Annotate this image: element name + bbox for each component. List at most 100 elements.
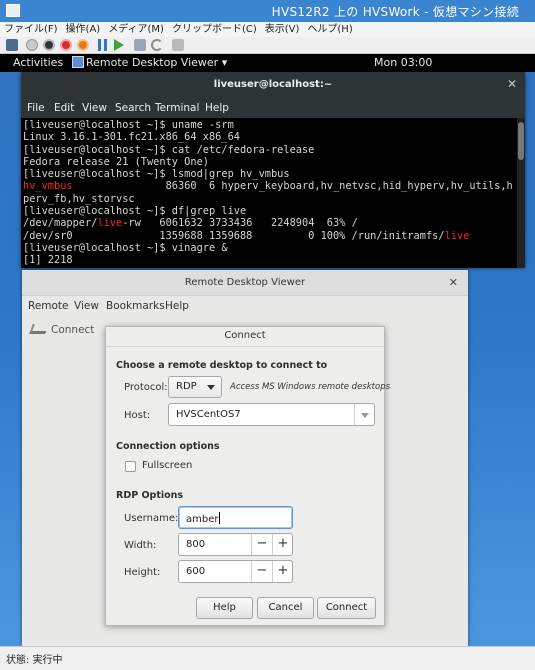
highlight-live: live (97, 217, 123, 230)
section-options-heading: Connection options (116, 441, 220, 452)
close-icon[interactable]: ✕ (507, 77, 517, 91)
rdv-title: Remote Desktop Viewer (184, 277, 306, 288)
height-label: Height: (124, 567, 161, 578)
cancel-button[interactable]: Cancel (257, 597, 314, 619)
width-decrement-button[interactable]: − (251, 534, 272, 555)
save-icon[interactable] (77, 39, 89, 51)
section-rdp-heading: RDP Options (116, 490, 184, 501)
rdv-menubar: Remote View Bookmarks Help (22, 296, 468, 316)
menu-media[interactable]: メディア(M) (104, 22, 168, 36)
protocol-label: Protocol: (124, 382, 168, 393)
app-menu-label: Remote Desktop Viewer ▾ (86, 56, 228, 69)
fullscreen-checkbox[interactable] (125, 461, 136, 472)
resume-icon[interactable] (114, 39, 124, 51)
host-label: Host: (124, 410, 151, 421)
close-icon[interactable]: ✕ (449, 276, 458, 289)
fullscreen-label[interactable]: Fullscreen (142, 460, 192, 471)
width-increment-button[interactable]: + (272, 534, 293, 555)
rdv-menu-help[interactable]: Help (165, 300, 189, 312)
start-icon[interactable] (26, 39, 38, 51)
menu-help[interactable]: ヘルプ(H) (303, 22, 356, 36)
help-button[interactable]: Help (196, 597, 253, 619)
terminal-line: [liveuser@localhost ~]$ df|grep live (23, 205, 247, 218)
username-label: Username: (124, 513, 179, 524)
height-value: 600 (186, 566, 206, 577)
chevron-down-icon (361, 413, 369, 418)
height-stepper[interactable]: 600 − + (178, 560, 293, 583)
terminal-menu-edit[interactable]: Edit (54, 102, 74, 114)
terminal-line: /dev/sr0 1359688 1359688 0 100% /run/ini… (23, 230, 513, 242)
terminal-menu-view[interactable]: View (82, 102, 107, 114)
protocol-select[interactable]: RDP (168, 376, 222, 398)
status-text: 状態: 実行中 (6, 655, 63, 666)
terminal-line: Fedora release 21 (Twenty One) (23, 155, 209, 168)
text-caret (219, 512, 221, 524)
rdv-menu-view[interactable]: View (74, 300, 99, 312)
terminal-line: [liveuser@localhost ~]$ cat /etc/fedora-… (23, 143, 315, 156)
terminal-line: [liveuser@localhost ~]$ uname -srm (23, 119, 234, 131)
width-stepper[interactable]: 800 − + (178, 533, 293, 556)
username-field[interactable]: amber (178, 506, 293, 529)
width-label: Width: (124, 540, 157, 551)
terminal-titlebar: liveuser@localhost:~ ✕ (21, 72, 525, 98)
username-value: amber (186, 512, 221, 525)
terminal-line: [1] 2218 (23, 254, 73, 267)
highlight-vmbus: hv_vmbus (23, 180, 73, 193)
terminal-line: [liveuser@localhost ~]$ lsmod|grep hv_vm… (23, 168, 290, 181)
pause-icon[interactable] (98, 39, 107, 51)
highlight-live: live (444, 229, 470, 242)
activities-button[interactable]: Activities (13, 56, 63, 69)
vm-status-bar: 状態: 実行中 (0, 646, 535, 670)
connect-icon[interactable] (29, 324, 49, 334)
remote-desktop-icon (72, 56, 84, 68)
terminal-menu-search[interactable]: Search (115, 102, 151, 114)
menu-action[interactable]: 操作(A) (62, 22, 105, 36)
height-increment-button[interactable]: + (272, 561, 293, 582)
scrollbar-thumb[interactable] (518, 122, 524, 160)
terminal-line: perv_fb,hv_storvsc (23, 192, 135, 205)
rdv-menu-bookmarks[interactable]: Bookmarks (106, 300, 165, 312)
gnome-top-bar: Activities Remote Desktop Viewer ▾ Mon 0… (0, 54, 535, 72)
df-prefix: /dev/mapper/ (23, 217, 98, 230)
terminal-line: hv_vmbus 86360 6 hyperv_keyboard,hv_netv… (23, 180, 513, 192)
host-history-dropdown[interactable] (354, 404, 374, 425)
dialog-title: Connect (106, 327, 384, 347)
checkpoint-icon[interactable] (134, 39, 146, 51)
vm-toolbar (0, 37, 535, 54)
username-text: amber (186, 514, 219, 525)
shutdown-icon[interactable] (60, 39, 72, 51)
app-menu[interactable]: Remote Desktop Viewer ▾ (72, 54, 227, 72)
terminal-menu-terminal[interactable]: Terminal (155, 102, 199, 114)
terminal-scrollbar[interactable] (517, 118, 525, 268)
menu-file[interactable]: ファイル(F) (0, 22, 62, 36)
terminal-output[interactable]: [liveuser@localhost ~]$ uname -srm Linux … (23, 119, 513, 268)
terminal-line: [liveuser@localhost ~]$ vinagre & (23, 241, 228, 254)
df-sr0: /dev/sr0 1359688 1359688 0 100% /run/ini… (23, 229, 445, 242)
terminal-menubar: File Edit View Search Terminal Help (21, 98, 525, 118)
width-value: 800 (186, 539, 206, 550)
height-decrement-button[interactable]: − (251, 561, 272, 582)
protocol-value: RDP (176, 381, 197, 392)
terminal-window: liveuser@localhost:~ ✕ File Edit View Se… (21, 72, 525, 268)
clock[interactable]: Mon 03:00 (374, 56, 432, 69)
turn-off-icon[interactable] (43, 39, 55, 51)
rdv-titlebar: Remote Desktop Viewer ✕ (22, 270, 468, 296)
terminal-line: /dev/mapper/live-rw 6061632 3733436 2248… (23, 217, 513, 229)
menu-clipboard[interactable]: クリップボード(C) (168, 22, 261, 36)
terminal-menu-help[interactable]: Help (205, 102, 229, 114)
ctrl-alt-del-icon[interactable] (6, 39, 18, 51)
vm-menubar: ファイル(F) 操作(A) メディア(M) クリップボード(C) 表示(V) ヘルプ(H) (0, 22, 535, 37)
host-value: HVSCentOS7 (176, 409, 241, 420)
connect-button[interactable]: Connect (317, 597, 376, 619)
menu-view[interactable]: 表示(V) (261, 22, 304, 36)
lsmod-rest: 86360 6 hyperv_keyboard,hv_netvsc,hid_hy… (72, 180, 513, 193)
revert-icon[interactable] (151, 39, 163, 51)
enhanced-session-icon[interactable] (172, 39, 184, 51)
df-rest: -rw 6061632 3733436 2248904 63% / (122, 217, 358, 230)
terminal-menu-file[interactable]: File (27, 102, 45, 114)
toolbar-connect-button[interactable]: Connect (51, 324, 94, 336)
protocol-hint: Access MS Windows remote desktops (230, 382, 391, 392)
host-input[interactable]: HVSCentOS7 (168, 403, 375, 426)
vm-window-title: HVS12R2 上の HVSWork - 仮想マシン接続 (271, 5, 519, 19)
rdv-menu-remote[interactable]: Remote (28, 300, 69, 312)
